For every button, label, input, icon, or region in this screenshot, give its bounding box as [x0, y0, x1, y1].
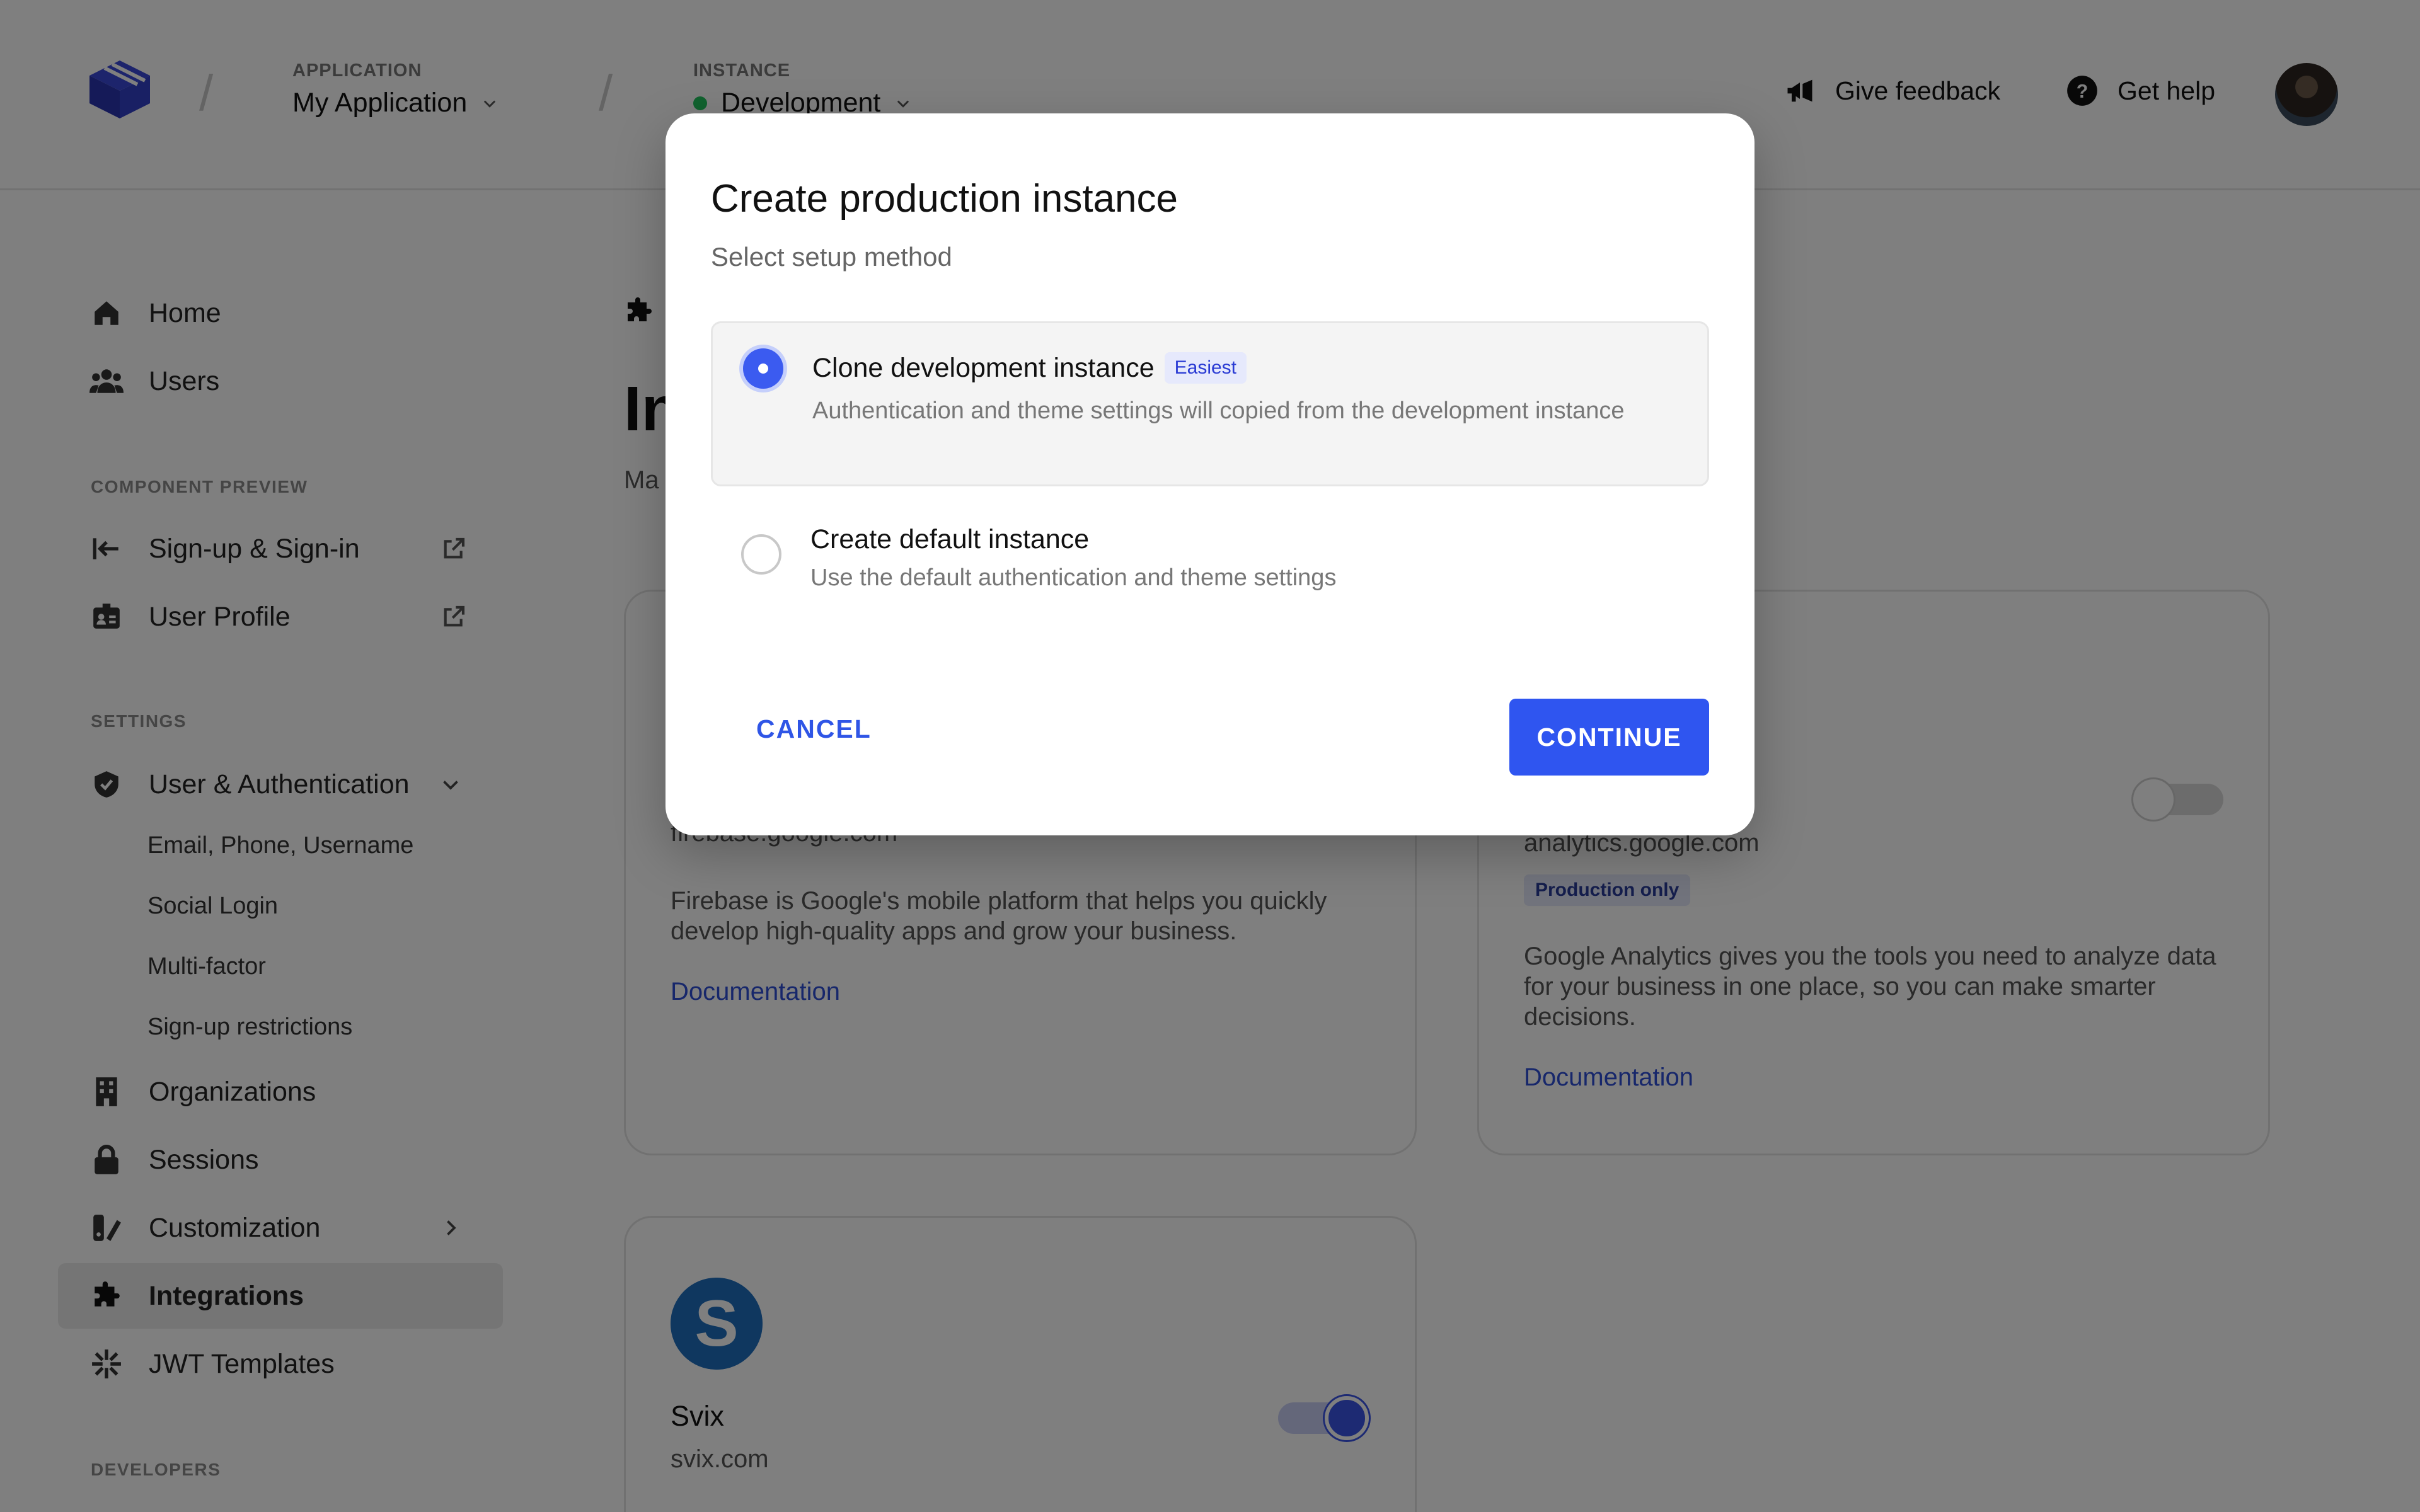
- continue-button[interactable]: CONTINUE: [1509, 699, 1709, 776]
- easiest-badge: Easiest: [1164, 352, 1247, 384]
- option-default-description: Use the default authentication and theme…: [810, 564, 1337, 591]
- option-default-title: Create default instance: [810, 524, 1090, 554]
- option-clone-description: Authentication and theme settings will c…: [812, 398, 1625, 424]
- dialog-subtitle: Select setup method: [711, 242, 952, 272]
- cancel-button[interactable]: CANCEL: [756, 714, 872, 744]
- dialog-title: Create production instance: [711, 177, 1178, 220]
- radio-selected[interactable]: [743, 348, 783, 389]
- option-clone-title: Clone development instance: [812, 352, 1155, 383]
- option-clone-development-instance[interactable]: Clone development instance Easiest Authe…: [711, 321, 1709, 486]
- option-create-default-instance[interactable]: Create default instance Use the default …: [711, 504, 1709, 617]
- create-production-instance-dialog: Create production instance Select setup …: [666, 113, 1754, 835]
